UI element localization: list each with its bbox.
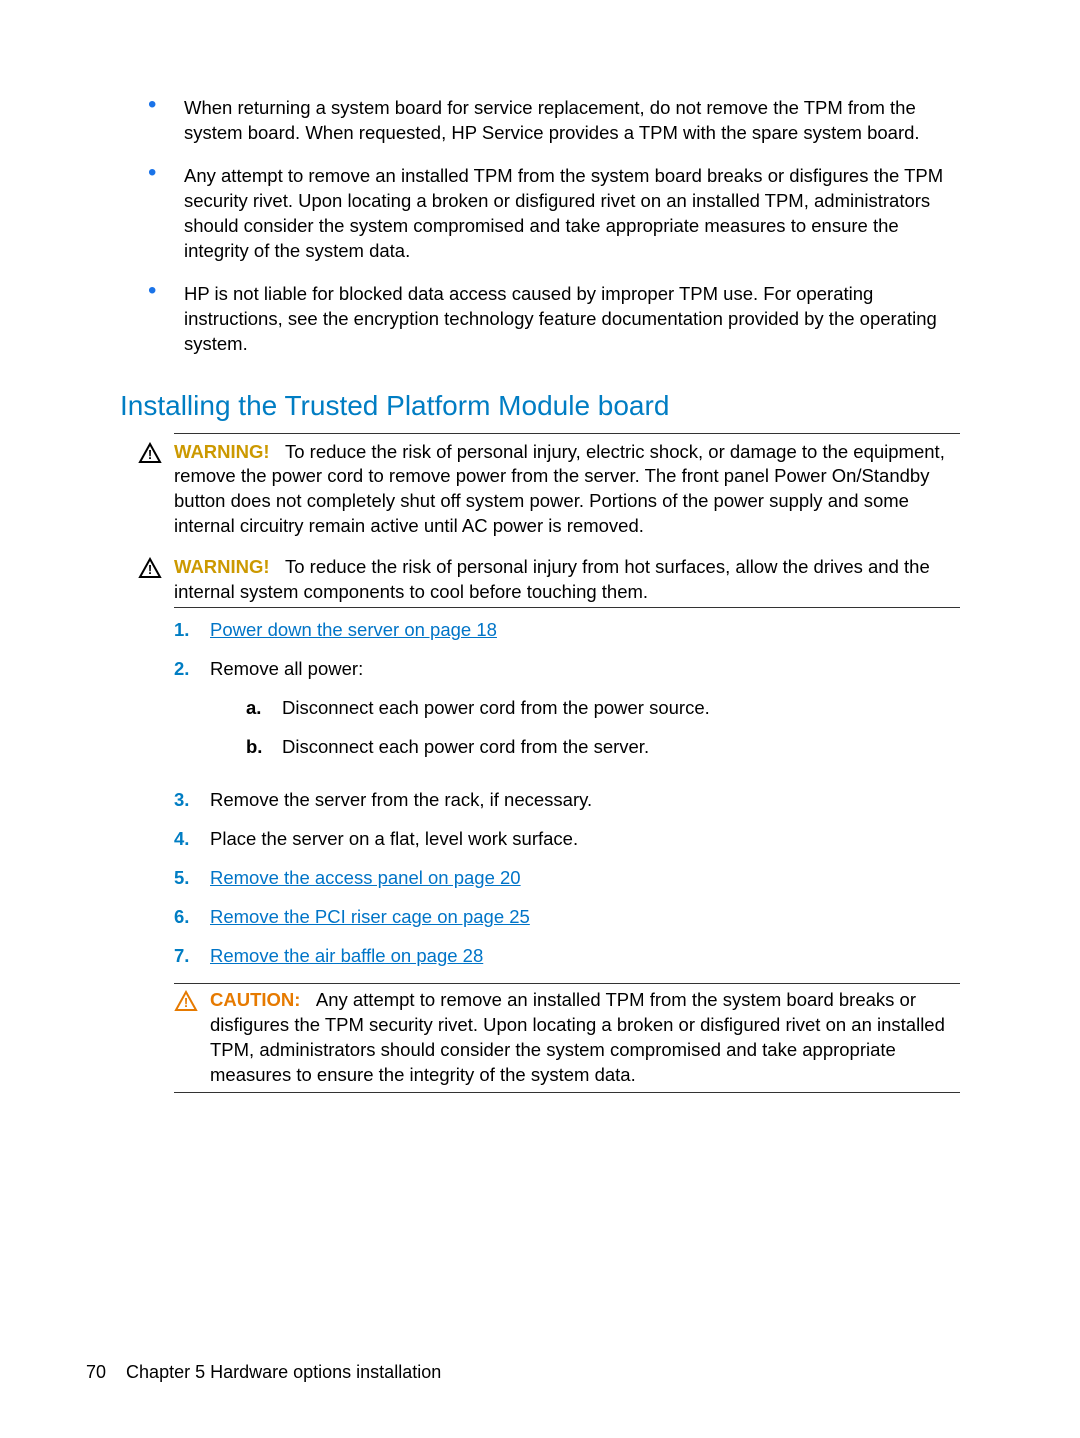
step-list: 1. Power down the server on page 18 2. R… — [174, 618, 960, 969]
step-text: Remove the server from the rack, if nece… — [210, 788, 592, 813]
caution-label: CAUTION: — [210, 989, 300, 1010]
link-power-down[interactable]: Power down the server on page 18 — [210, 619, 497, 640]
step-item: 6. Remove the PCI riser cage on page 25 — [174, 905, 960, 930]
intro-bullet-list: • When returning a system board for serv… — [148, 96, 960, 357]
warning-text: To reduce the risk of personal injury fr… — [174, 556, 930, 602]
link-access-panel[interactable]: Remove the access panel on page 20 — [210, 867, 521, 888]
warning-body: WARNING! To reduce the risk of personal … — [174, 440, 960, 540]
list-item: • When returning a system board for serv… — [148, 96, 960, 146]
list-item: • HP is not liable for blocked data acce… — [148, 282, 960, 357]
bullet-dot: • — [148, 96, 184, 146]
bullet-text: Any attempt to remove an installed TPM f… — [184, 164, 960, 264]
step-number: 4. — [174, 827, 210, 852]
page-number: 70 — [86, 1362, 106, 1382]
bullet-text: When returning a system board for servic… — [184, 96, 960, 146]
step-number: 6. — [174, 905, 210, 930]
warning-triangle-icon: ! — [138, 555, 174, 605]
step-text: Place the server on a flat, level work s… — [210, 827, 578, 852]
bullet-dot: • — [148, 282, 184, 357]
substep-text: Disconnect each power cord from the powe… — [282, 696, 710, 721]
list-item: • Any attempt to remove an installed TPM… — [148, 164, 960, 264]
step-item: 1. Power down the server on page 18 — [174, 618, 960, 643]
step-number: 5. — [174, 866, 210, 891]
warning-label: WARNING! — [174, 441, 270, 462]
step-item: 4. Place the server on a flat, level wor… — [174, 827, 960, 852]
step-item: 3. Remove the server from the rack, if n… — [174, 788, 960, 813]
substep-letter: a. — [246, 696, 282, 721]
step-number: 3. — [174, 788, 210, 813]
step-item: 7. Remove the air baffle on page 28 — [174, 944, 960, 969]
caution-text: Any attempt to remove an installed TPM f… — [210, 989, 945, 1085]
substep-text: Disconnect each power cord from the serv… — [282, 735, 649, 760]
caution-body: CAUTION: Any attempt to remove an instal… — [210, 988, 960, 1088]
warning-text: To reduce the risk of personal injury, e… — [174, 441, 945, 537]
svg-text:!: ! — [148, 447, 152, 462]
page-content: • When returning a system board for serv… — [0, 0, 1080, 1157]
section-heading: Installing the Trusted Platform Module b… — [120, 387, 960, 425]
substep-letter: b. — [246, 735, 282, 760]
substep-item: b. Disconnect each power cord from the s… — [246, 735, 710, 760]
step-body: Remove the PCI riser cage on page 25 — [210, 905, 530, 930]
link-pci-riser[interactable]: Remove the PCI riser cage on page 25 — [210, 906, 530, 927]
chapter-title: Chapter 5 Hardware options installation — [126, 1362, 441, 1382]
warning-body: WARNING! To reduce the risk of personal … — [174, 555, 960, 605]
step-number: 7. — [174, 944, 210, 969]
caution-block: ! CAUTION: Any attempt to remove an inst… — [174, 983, 960, 1093]
caution-triangle-icon: ! — [174, 988, 210, 1088]
step-text: Remove all power: — [210, 658, 363, 679]
link-air-baffle[interactable]: Remove the air baffle on page 28 — [210, 945, 483, 966]
warning-block: ! WARNING! To reduce the risk of persona… — [138, 555, 960, 605]
warning-triangle-icon: ! — [138, 440, 174, 540]
warning-block: ! WARNING! To reduce the risk of persona… — [138, 440, 960, 540]
step-body: Remove all power: a. Disconnect each pow… — [210, 657, 710, 774]
svg-text:!: ! — [184, 995, 188, 1010]
step-body: Remove the access panel on page 20 — [210, 866, 521, 891]
step-item: 2. Remove all power: a. Disconnect each … — [174, 657, 960, 774]
step-body: Power down the server on page 18 — [210, 618, 497, 643]
step-body: Remove the air baffle on page 28 — [210, 944, 483, 969]
substep-item: a. Disconnect each power cord from the p… — [246, 696, 710, 721]
svg-text:!: ! — [148, 562, 152, 577]
bullet-dot: • — [148, 164, 184, 264]
substep-list: a. Disconnect each power cord from the p… — [246, 696, 710, 760]
step-number: 1. — [174, 618, 210, 643]
bullet-text: HP is not liable for blocked data access… — [184, 282, 960, 357]
page-footer: 70 Chapter 5 Hardware options installati… — [86, 1360, 441, 1384]
step-item: 5. Remove the access panel on page 20 — [174, 866, 960, 891]
step-number: 2. — [174, 657, 210, 774]
warning-label: WARNING! — [174, 556, 270, 577]
